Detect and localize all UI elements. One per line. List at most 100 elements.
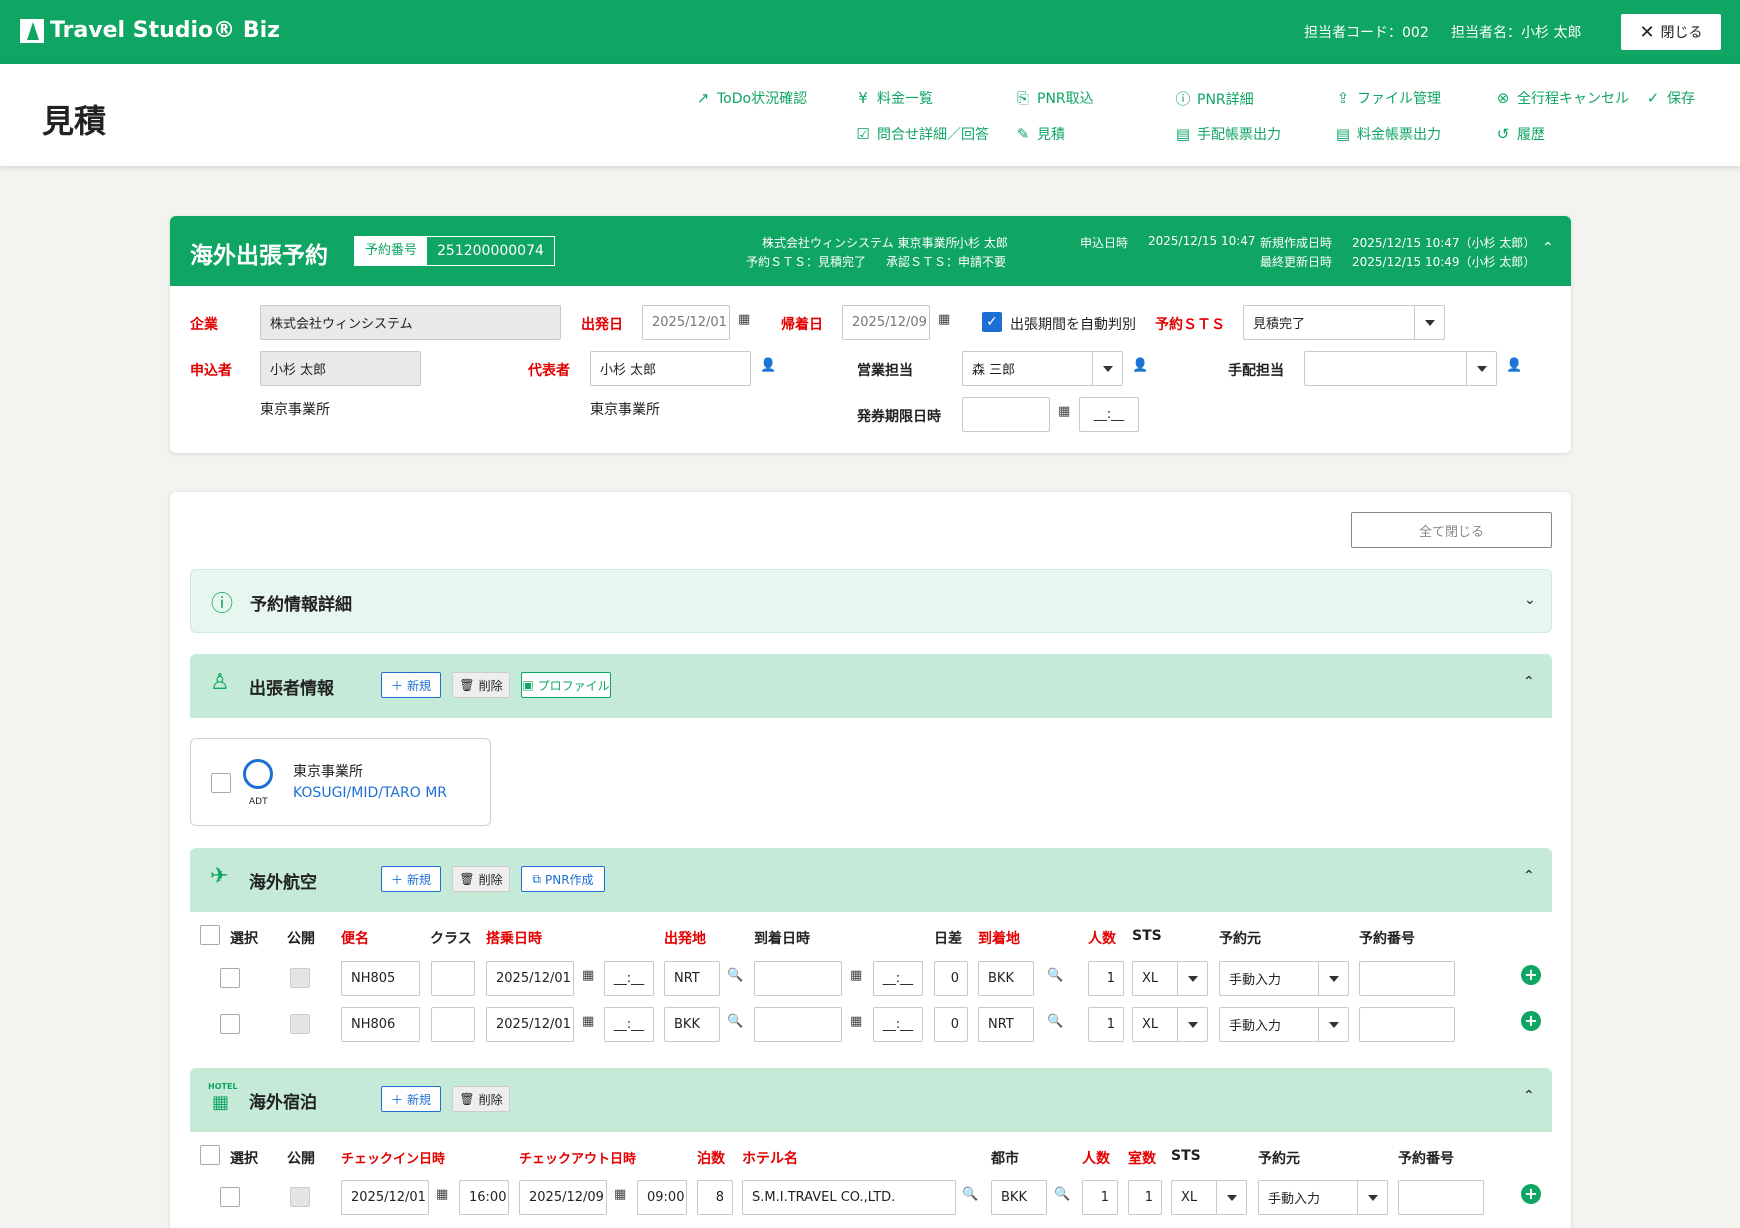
day-diff-input[interactable]: 0: [934, 961, 968, 996]
sts-select[interactable]: XL: [1171, 1180, 1247, 1215]
traveler-card[interactable]: ADT 東京事業所 KOSUGI/MID/TARO MR: [190, 738, 491, 826]
row-checkbox[interactable]: [220, 1014, 240, 1034]
board-time-input[interactable]: __:__: [604, 1007, 654, 1042]
search-icon[interactable]: 🔍: [727, 968, 743, 983]
profile-button[interactable]: ▣ プロファイル: [521, 672, 611, 698]
calendar-icon[interactable]: ▦: [738, 312, 750, 327]
from-input[interactable]: BKK: [664, 1007, 720, 1042]
chevron-up-icon[interactable]: ⌃: [1523, 674, 1535, 690]
toolbar-file-mgmt[interactable]: ⇪ ファイル管理: [1335, 88, 1441, 108]
ticket-deadline-date-input[interactable]: [962, 397, 1050, 432]
sts-select[interactable]: XL: [1132, 961, 1208, 996]
sts-select[interactable]: XL: [1132, 1007, 1208, 1042]
arrival-time-input[interactable]: __:__: [873, 1007, 923, 1042]
flight-input[interactable]: NH806: [341, 1007, 420, 1042]
calendar-icon[interactable]: ▦: [582, 968, 594, 983]
toolbar-fare-list[interactable]: ¥ 料金一覧: [855, 88, 933, 108]
section-booking-info[interactable]: ⓘ 予約情報詳細 ⌄: [190, 569, 1552, 633]
chevron-down-icon[interactable]: ⌄: [1524, 592, 1536, 608]
class-input[interactable]: [431, 961, 475, 996]
calendar-icon[interactable]: ▦: [436, 1187, 448, 1202]
city-input[interactable]: BKK: [991, 1180, 1047, 1215]
calendar-icon[interactable]: ▦: [850, 1014, 862, 1029]
depart-date-input[interactable]: 2025/12/01: [642, 305, 730, 340]
resv-no-input[interactable]: [1359, 1007, 1455, 1042]
calendar-icon[interactable]: ▦: [614, 1187, 626, 1202]
search-icon[interactable]: 🔍: [1047, 968, 1063, 983]
toolbar-estimate[interactable]: ✎ 見積: [1015, 124, 1065, 144]
arrival-time-input[interactable]: __:__: [873, 961, 923, 996]
close-button[interactable]: ✕ 閉じる: [1621, 14, 1721, 50]
toolbar-arrange-output[interactable]: ▤ 手配帳票出力: [1175, 124, 1281, 144]
delete-button[interactable]: 🗑 削除: [452, 672, 510, 698]
sales-select[interactable]: 森 三郎: [962, 351, 1123, 386]
rooms-input[interactable]: 1: [1128, 1180, 1162, 1215]
toolbar-inquiry[interactable]: ☑ 問合せ詳細／回答: [855, 124, 989, 144]
calendar-icon[interactable]: ▦: [938, 312, 950, 327]
rep-input[interactable]: 小杉 太郎: [590, 351, 751, 386]
nights-input[interactable]: 8: [697, 1180, 733, 1215]
toolbar-history[interactable]: ↺ 履歴: [1495, 124, 1545, 144]
toolbar-pnr-detail[interactable]: ⓘ PNR詳細: [1175, 88, 1253, 109]
ticket-deadline-time-input[interactable]: __:__: [1079, 397, 1139, 432]
user-search-icon[interactable]: 👤: [1506, 358, 1522, 373]
search-icon[interactable]: 🔍: [962, 1187, 978, 1202]
add-row-icon[interactable]: +: [1521, 1184, 1541, 1204]
add-row-icon[interactable]: +: [1521, 965, 1541, 985]
row-checkbox[interactable]: [220, 968, 240, 988]
select-all-checkbox[interactable]: [200, 925, 220, 945]
pax-input[interactable]: 1: [1088, 961, 1124, 996]
add-row-icon[interactable]: +: [1521, 1011, 1541, 1031]
close-all-button[interactable]: 全て閉じる: [1351, 512, 1552, 548]
chevron-up-icon[interactable]: ⌃: [1523, 1088, 1535, 1104]
return-date-input[interactable]: 2025/12/09: [842, 305, 930, 340]
from-input[interactable]: NRT: [664, 961, 720, 996]
checkout-date-input[interactable]: 2025/12/09: [519, 1180, 607, 1215]
traveler-checkbox[interactable]: [211, 773, 231, 793]
search-icon[interactable]: 🔍: [727, 1014, 743, 1029]
resv-no-input[interactable]: [1359, 961, 1455, 996]
to-input[interactable]: BKK: [978, 961, 1034, 996]
row-checkbox[interactable]: [220, 1187, 240, 1207]
toolbar-todo[interactable]: ↗ ToDo状況確認: [695, 88, 807, 108]
resv-sts-select[interactable]: 見積完了: [1243, 305, 1445, 340]
pax-input[interactable]: 1: [1082, 1180, 1118, 1215]
arrival-date-input[interactable]: [754, 1007, 842, 1042]
toolbar-pnr-import[interactable]: ⎘ PNR取込: [1015, 88, 1094, 108]
board-date-input[interactable]: 2025/12/01: [486, 961, 574, 996]
user-search-icon[interactable]: 👤: [1132, 358, 1148, 373]
board-time-input[interactable]: __:__: [604, 961, 654, 996]
calendar-icon[interactable]: ▦: [582, 1014, 594, 1029]
new-button[interactable]: ＋新規: [381, 1086, 441, 1112]
day-diff-input[interactable]: 0: [934, 1007, 968, 1042]
toolbar-save[interactable]: ✓ 保存: [1645, 88, 1695, 108]
search-icon[interactable]: 🔍: [1054, 1187, 1070, 1202]
checkin-time-input[interactable]: 16:00: [459, 1180, 509, 1215]
calendar-icon[interactable]: ▦: [1058, 404, 1070, 419]
calendar-icon[interactable]: ▦: [850, 968, 862, 983]
pnr-create-button[interactable]: ⧉ PNR作成: [521, 866, 605, 892]
source-select[interactable]: 手動入力: [1219, 1007, 1349, 1042]
hotel-name-input[interactable]: S.M.I.TRAVEL CO.,LTD.: [742, 1180, 956, 1215]
to-input[interactable]: NRT: [978, 1007, 1034, 1042]
delete-button[interactable]: 🗑 削除: [452, 1086, 510, 1112]
pax-input[interactable]: 1: [1088, 1007, 1124, 1042]
checkin-date-input[interactable]: 2025/12/01: [341, 1180, 429, 1215]
chevron-up-icon[interactable]: ⌃: [1523, 868, 1535, 884]
board-date-input[interactable]: 2025/12/01: [486, 1007, 574, 1042]
auto-judge-checkbox[interactable]: ✓: [982, 312, 1002, 332]
new-button[interactable]: ＋新規: [381, 866, 441, 892]
search-icon[interactable]: 🔍: [1047, 1014, 1063, 1029]
arrival-date-input[interactable]: [754, 961, 842, 996]
resv-no-input[interactable]: [1398, 1180, 1484, 1215]
collapse-chevron-icon[interactable]: ⌃: [1542, 240, 1554, 256]
source-select[interactable]: 手動入力: [1219, 961, 1349, 996]
delete-button[interactable]: 🗑 削除: [452, 866, 510, 892]
class-input[interactable]: [431, 1007, 475, 1042]
source-select[interactable]: 手動入力: [1258, 1180, 1388, 1215]
new-button[interactable]: ＋新規: [381, 672, 441, 698]
select-all-checkbox[interactable]: [200, 1145, 220, 1165]
arranger-select[interactable]: [1304, 351, 1497, 386]
user-search-icon[interactable]: 👤: [760, 358, 776, 373]
toolbar-cancel-all[interactable]: ⊗ 全行程キャンセル: [1495, 88, 1629, 108]
